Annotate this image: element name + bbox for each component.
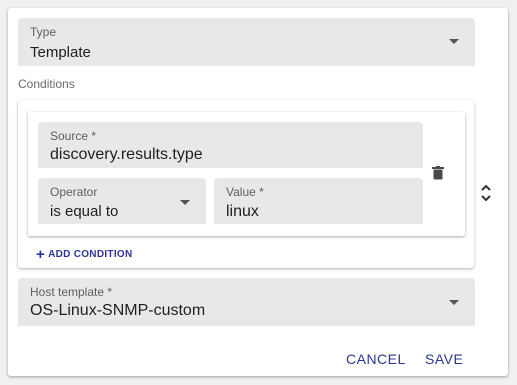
source-label: Source * bbox=[50, 129, 97, 143]
value-label: Value * bbox=[226, 185, 264, 199]
source-input[interactable]: Source * discovery.results.type bbox=[38, 122, 423, 168]
value-input[interactable]: Value * linux bbox=[214, 178, 423, 224]
type-value: Template bbox=[30, 44, 91, 61]
host-template-label: Host template * bbox=[30, 285, 113, 299]
save-button[interactable]: SAVE bbox=[425, 351, 463, 367]
chevron-down-icon bbox=[180, 200, 190, 205]
operator-value: is equal to bbox=[50, 203, 119, 220]
cancel-button[interactable]: CANCEL bbox=[346, 351, 406, 367]
plus-icon: + bbox=[36, 245, 46, 263]
chevron-down-icon bbox=[449, 300, 459, 305]
add-condition-label: ADD CONDITION bbox=[48, 249, 133, 260]
host-template-select[interactable]: Host template * OS-Linux-SNMP-custom bbox=[18, 278, 475, 326]
reorder-icon[interactable] bbox=[480, 182, 492, 204]
add-condition-button[interactable]: + ADD CONDITION bbox=[36, 245, 133, 263]
operator-select[interactable]: Operator is equal to bbox=[38, 178, 206, 224]
type-select[interactable]: Type Template bbox=[18, 18, 475, 66]
operator-label: Operator bbox=[50, 185, 98, 199]
delete-icon[interactable] bbox=[432, 166, 444, 180]
conditions-label: Conditions bbox=[18, 77, 75, 91]
chevron-down-icon bbox=[449, 39, 459, 44]
type-label: Type bbox=[30, 25, 57, 39]
host-template-value: OS-Linux-SNMP-custom bbox=[30, 302, 206, 319]
value-value: linux bbox=[226, 203, 259, 220]
source-value: discovery.results.type bbox=[50, 146, 203, 163]
